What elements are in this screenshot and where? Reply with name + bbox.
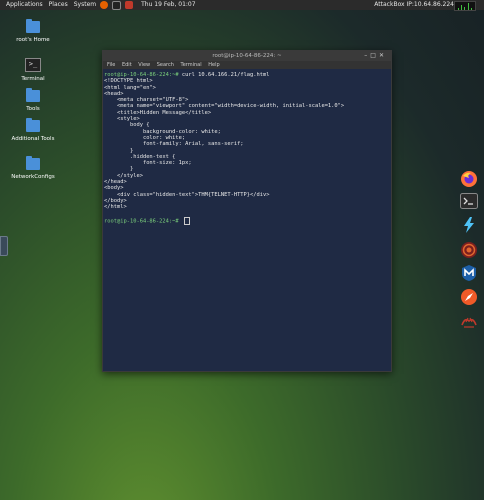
folder-link-icon	[26, 118, 40, 132]
clock[interactable]: Thu 19 Feb, 01:07	[141, 0, 195, 10]
metasploit-icon[interactable]	[460, 264, 478, 282]
terminal-launcher-icon[interactable]	[112, 0, 122, 10]
menu-help[interactable]: Help	[208, 62, 219, 68]
command-output: <!DOCTYPE html> <html lang="en"> <head> …	[104, 78, 345, 211]
close-icon[interactable]: ✕	[379, 52, 387, 59]
hydra-icon[interactable]	[460, 312, 478, 330]
cpu-graph	[454, 1, 476, 11]
firefox-launcher-icon[interactable]	[100, 1, 109, 9]
window-title: root@ip-10-64-86-224: ~	[212, 53, 282, 59]
desktop-item-label: Terminal	[21, 76, 45, 82]
applications-menu[interactable]: Applications	[6, 0, 43, 10]
shell-prompt: root@ip-10-64-86-224:~#	[104, 218, 179, 225]
system-menu[interactable]: System	[74, 0, 96, 10]
desktop-item-tools[interactable]: Tools	[3, 88, 63, 112]
text-cursor	[183, 216, 190, 225]
menu-view[interactable]: View	[138, 62, 150, 68]
desktop-item-label: Additional Tools	[11, 136, 55, 142]
terminal-titlebar[interactable]: root@ip-10-64-86-224: ~ –□✕	[103, 51, 391, 61]
desktop-item-terminal[interactable]: >_ Terminal	[3, 58, 63, 82]
terminal-output[interactable]: root@ip-10-64-86-224:~# curl 10.64.166.2…	[103, 69, 391, 225]
terminal-window[interactable]: root@ip-10-64-86-224: ~ –□✕ File Edit Vi…	[102, 50, 392, 372]
firefox-icon[interactable]	[460, 170, 478, 188]
maximize-icon[interactable]: □	[370, 52, 379, 59]
attackbox-ip: AttackBox IP:10.64.86.224	[374, 1, 454, 8]
terminal-menubar: File Edit View Search Terminal Help	[103, 61, 391, 69]
folder-icon	[26, 88, 40, 102]
desktop-item-label: Tools	[26, 106, 40, 112]
side-panel-handle[interactable]	[0, 236, 8, 256]
app-launcher-icon[interactable]	[125, 1, 134, 9]
menu-file[interactable]: File	[107, 62, 115, 68]
menu-edit[interactable]: Edit	[122, 62, 132, 68]
folder-icon	[26, 19, 40, 33]
terminal-icon[interactable]	[460, 192, 478, 210]
top-panel: Applications Places System Thu 19 Feb, 0…	[0, 0, 484, 11]
burp-icon[interactable]	[460, 216, 478, 234]
desktop-item-label: root's Home	[16, 37, 50, 43]
desktop-item-home[interactable]: root's Home	[3, 19, 63, 43]
shell-command: curl 10.64.166.21/flag.html	[178, 72, 270, 78]
shell-prompt: root@ip-10-64-86-224:~#	[104, 72, 179, 78]
desktop-item-label: NetworkConfigs	[11, 174, 55, 180]
menu-search[interactable]: Search	[157, 62, 174, 68]
tool-icon[interactable]	[460, 241, 478, 259]
compass-icon[interactable]	[460, 288, 478, 306]
terminal-icon: >_	[25, 58, 41, 72]
menu-terminal[interactable]: Terminal	[181, 62, 202, 68]
desktop-item-networkconfigs[interactable]: NetworkConfigs	[3, 156, 63, 180]
desktop-item-additional-tools[interactable]: Additional Tools	[3, 118, 63, 142]
places-menu[interactable]: Places	[49, 0, 68, 10]
folder-icon	[26, 156, 40, 170]
window-controls: –□✕	[364, 51, 387, 61]
